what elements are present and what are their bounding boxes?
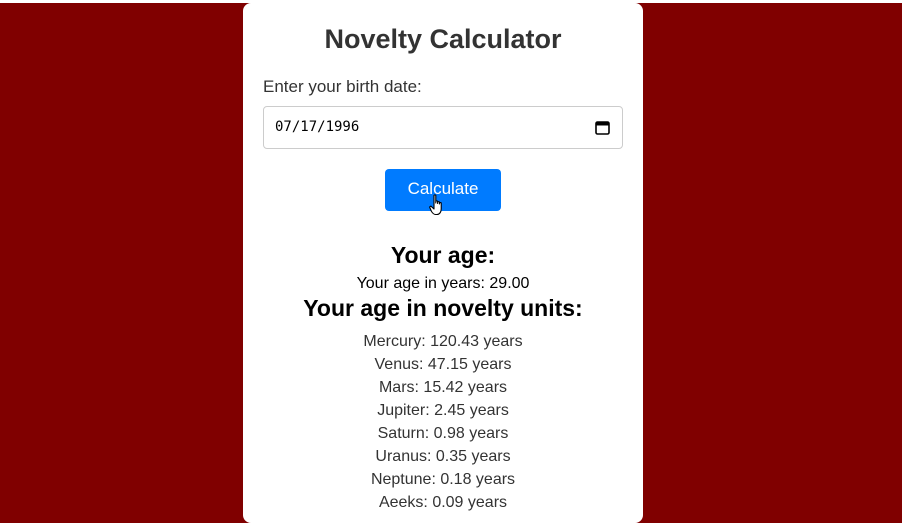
age-heading: Your age:: [390, 242, 496, 268]
calendar-icon[interactable]: [595, 120, 610, 135]
page-title: Novelty Calculator: [324, 24, 562, 54]
planet-age-mercury: Mercury: 120.43 years: [363, 333, 523, 350]
calculator-card: Novelty Calculator Enter your birth date…: [243, 3, 643, 523]
novelty-units-heading: Your age in novelty units:: [303, 295, 583, 321]
planet-age-extra: Aeeks: 0.09 years: [378, 494, 508, 511]
calculate-button[interactable]: Calculate: [385, 169, 501, 216]
birth-date-label: Enter your birth date:: [263, 77, 422, 96]
planet-age-list: Mercury: 120.43 years Venus: 47.15 years…: [263, 330, 623, 514]
birth-date-input[interactable]: 07/17/1996: [263, 106, 623, 149]
planet-age-neptune: Neptune: 0.18 years: [370, 471, 516, 488]
birth-date-value: 07/17/1996: [275, 119, 360, 135]
age-in-years: Your age in years: 29.00: [356, 275, 530, 292]
planet-age-venus: Venus: 47.15 years: [374, 356, 512, 373]
planet-age-jupiter: Jupiter: 2.45 years: [377, 402, 509, 419]
planet-age-saturn: Saturn: 0.98 years: [377, 425, 509, 442]
hand-cursor-icon: [429, 194, 442, 216]
planet-age-uranus: Uranus: 0.35 years: [375, 448, 511, 465]
planet-age-mars: Mars: 15.42 years: [378, 379, 508, 396]
